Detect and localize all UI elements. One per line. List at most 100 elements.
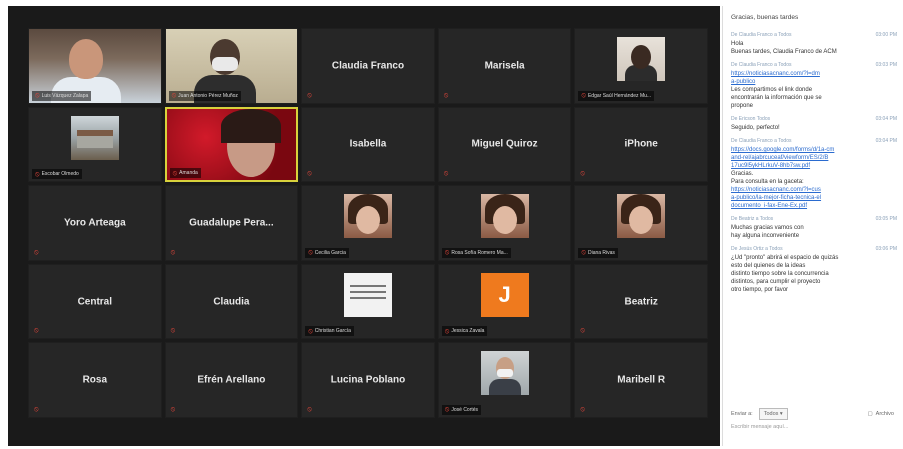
participant-tile[interactable]: ⦸ Amanda <box>164 106 299 183</box>
send-to-value: Todos <box>763 411 779 417</box>
participant-label-text: Cecilia Garcia <box>314 249 346 256</box>
participant-tile[interactable]: Lucina Poblano ⦸ <box>301 342 435 418</box>
participant-tile[interactable]: Yoro Arteaga ⦸ <box>28 185 162 261</box>
participant-name: Yoro Arteaga <box>63 217 126 229</box>
participant-tile[interactable]: Central ⦸ <box>28 263 162 340</box>
profile-picture <box>343 272 392 317</box>
participant-tile[interactable]: Isabella ⦸ <box>301 106 435 183</box>
chat-message: De Claudia Franco a Todos 03:04 PM https:/… <box>731 138 897 210</box>
participant-tile[interactable]: ⦸ Christian García <box>301 263 435 340</box>
participant-tile[interactable]: ⦸ Juan Antonio Pérez Muñoz <box>164 28 299 104</box>
participant-tile[interactable]: ⦸ Rosa Sofía Romero Ma... <box>437 185 572 261</box>
chat-messages[interactable]: De Claudia Franco a Todos 03:00 PM Hola Bue… <box>731 32 897 300</box>
participant-name: Miguel Quiroz <box>471 138 538 150</box>
participant-name: Isabella <box>349 138 387 150</box>
chat-text: hay alguna inconveniente <box>731 233 800 239</box>
chat-text: Buenas tardes, Claudia Franco de ACM <box>731 49 837 55</box>
participant-tile[interactable]: ⦸ Edgar Saúl Hernández Mu... <box>574 28 708 104</box>
participant-tile[interactable]: iPhone ⦸ <box>574 106 708 183</box>
participant-label: ⦸ Escobar Olmedo <box>32 169 82 180</box>
chat-panel: Gracias, buenas tardes De Claudia Franco… <box>722 6 900 446</box>
participant-label: ⦸ Jessica Zavala <box>441 326 488 337</box>
chat-link[interactable]: and-rel/ajabrcuceaf/viewform/ES/2/B <box>731 154 897 162</box>
profile-picture <box>70 115 119 160</box>
chat-link[interactable]: a-publico/la-mejor-ficha-tecnica-el <box>731 194 897 202</box>
participant-label-text: Diana Rivas <box>587 249 615 256</box>
participant-tile[interactable]: Guadalupe Pera... ⦸ <box>164 185 299 261</box>
participant-tile[interactable]: J ⦸ Jessica Zavala <box>437 263 572 340</box>
mic-muted-icon: ⦸ <box>170 248 176 256</box>
mic-muted-icon: ⦸ <box>35 92 40 100</box>
chat-time: 03:04 PM <box>875 116 897 122</box>
participant-name: Beatriz <box>624 296 658 308</box>
participant-tile[interactable]: ⦸ Luis Vázquez Zalapa <box>28 28 162 104</box>
participant-label-text: Jessica Zavala <box>451 328 485 335</box>
participant-label-text: Edgar Saúl Hernández Mu... <box>587 92 652 99</box>
participant-tile[interactable]: Claudia ⦸ <box>164 263 299 340</box>
chat-sender: De Ericson Todos <box>731 116 771 122</box>
profile-picture <box>617 194 666 239</box>
mic-muted-icon: ⦸ <box>443 91 449 99</box>
participant-tile[interactable]: Claudia Franco ⦸ <box>301 28 435 104</box>
participant-tile[interactable]: Rosa ⦸ <box>28 342 162 418</box>
send-to-label: Enviar a: <box>731 411 753 417</box>
chat-text: otro tiempo, por favor <box>731 287 789 293</box>
chat-text: esto del quienes de la ideas <box>731 263 806 269</box>
mic-muted-icon: ⦸ <box>170 405 176 413</box>
chat-text: Gracias. <box>731 171 754 177</box>
chat-link[interactable]: https://noticiasacnanc.com/?l=dm <box>731 70 897 78</box>
participant-label: ⦸ Christian García <box>305 326 354 337</box>
participant-name: Maribell R <box>617 374 666 386</box>
chat-text: Para consulta en la gaceta: <box>731 179 804 185</box>
chat-text: distinto tiempo sobre la concurrencia <box>731 271 829 277</box>
send-to-select[interactable]: Todos ▾ <box>758 408 788 420</box>
file-label: Archivo <box>875 411 894 417</box>
mic-muted-icon: ⦸ <box>444 249 450 257</box>
chat-input-placeholder: Escribir mensaje aquí... <box>731 424 789 430</box>
chat-link[interactable]: 17uc9l5ykHLrkuV-8hb7sw.pdf <box>731 162 897 170</box>
chat-time: 03:00 PM <box>875 32 897 38</box>
mic-muted-icon: ⦸ <box>171 92 177 100</box>
chat-time: 03:06 PM <box>875 246 897 252</box>
participant-tile[interactable]: Miguel Quiroz ⦸ <box>437 106 572 183</box>
chat-link[interactable]: https://docs.google.com/forms/d/1a-cm <box>731 146 897 154</box>
participant-name: Central <box>77 296 113 308</box>
participant-label-text: Juan Antonio Pérez Muñoz <box>178 92 238 99</box>
chat-sender: De Jesús Ortiz a Todos <box>731 246 783 252</box>
mic-muted-icon: ⦸ <box>35 170 40 178</box>
participant-tile[interactable]: ⦸ Diana Rivas <box>574 185 708 261</box>
participant-name: Claudia Franco <box>331 60 405 72</box>
participant-label: ⦸ Diana Rivas <box>578 247 618 258</box>
mic-muted-icon: ⦸ <box>581 249 586 257</box>
chat-sender: De Beatriz a Todos <box>731 216 774 222</box>
participant-tile[interactable]: ⦸ Cecilia Garcia <box>301 185 435 261</box>
participant-tile[interactable]: Beatriz ⦸ <box>574 263 708 340</box>
chat-text: propone <box>731 103 754 109</box>
chat-message: De Jesús Ortiz a Todos 03:06 PM ¿Ud "pront… <box>731 246 897 294</box>
participant-label: ⦸ Amanda <box>169 168 201 179</box>
participant-label-text: Luis Vázquez Zalapa <box>41 92 89 99</box>
chat-link[interactable]: a-publico <box>731 78 897 86</box>
file-button[interactable]: ▢ Archivo <box>867 411 894 417</box>
chat-link[interactable]: https://noticiasacnanc.com/?l=cus <box>731 186 897 194</box>
participant-tile[interactable]: Maribell R ⦸ <box>574 342 708 418</box>
chat-link[interactable]: documento_i-fax-Ene-Ex.pdf <box>731 202 897 210</box>
chat-sender: De Claudia Franco a Todos <box>731 62 792 68</box>
participant-tile[interactable]: Marisela ⦸ <box>437 28 572 104</box>
participant-tile[interactable]: Efrén Arellano ⦸ <box>164 342 299 418</box>
participant-label: ⦸ Juan Antonio Pérez Muñoz <box>168 90 241 101</box>
participant-label-text: Amanda <box>179 170 198 177</box>
participant-tile[interactable]: ⦸ José Cortés <box>437 342 572 418</box>
participant-label: ⦸ Edgar Saúl Hernández Mu... <box>578 90 655 101</box>
mic-muted-icon: ⦸ <box>170 327 176 335</box>
participant-name: Marisela <box>484 60 525 72</box>
meeting-gallery: ⦸ Luis Vázquez Zalapa ⦸ Juan Antonio Pérez … <box>8 6 720 446</box>
chat-time: 03:05 PM <box>875 216 897 222</box>
participant-label-text: Christian García <box>314 328 351 335</box>
chat-message-meta: De Claudia Franco a Todos 03:04 PM <box>731 138 897 144</box>
chat-sender: De Claudia Franco a Todos <box>731 138 792 144</box>
chat-text: ¿Ud "pronto" abrirá el espacio de quizás <box>731 255 839 261</box>
participant-label-text: Escobar Olmedo <box>41 171 79 178</box>
participant-tile[interactable]: ⦸ Escobar Olmedo <box>28 106 162 183</box>
chat-input[interactable]: Escribir mensaje aquí... <box>731 424 894 438</box>
